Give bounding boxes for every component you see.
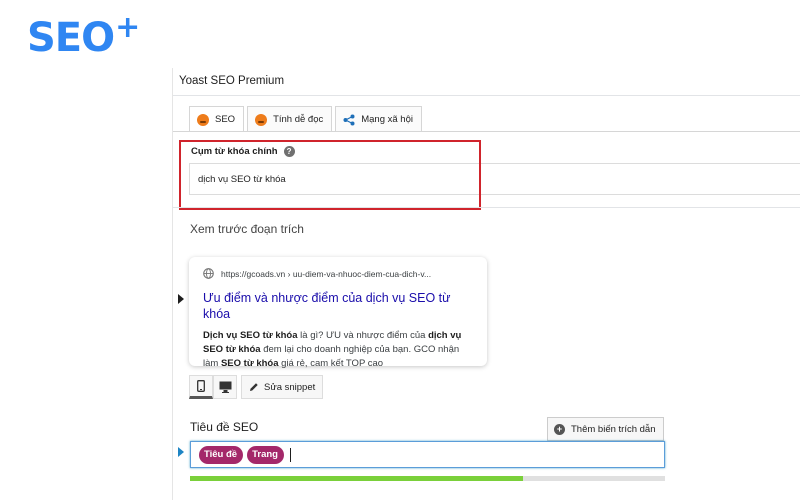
snippet-preview-card[interactable]: https://gcoads.vn › uu-diem-va-nhuoc-die… xyxy=(189,257,487,369)
snippet-headline[interactable]: Ưu điểm và nhược điểm của dịch vụ SEO từ… xyxy=(203,290,475,322)
mobile-preview-button[interactable] xyxy=(189,375,213,399)
edit-snippet-button[interactable]: Sửa snippet xyxy=(241,375,324,399)
snippet-url-row: https://gcoads.vn › uu-diem-va-nhuoc-die… xyxy=(203,268,475,279)
snippet-preview-title: Xem trước đoạn trích xyxy=(190,222,304,236)
mobile-icon xyxy=(197,380,205,392)
tab-label: Tính dễ đọc xyxy=(273,114,324,125)
page: SEO + Yoast SEO Premium SEO Tính dễ đọc xyxy=(0,0,800,500)
panel-title: Yoast SEO Premium xyxy=(173,68,800,96)
tab-seo[interactable]: SEO xyxy=(189,106,245,132)
tabs-divider xyxy=(173,131,800,132)
desc-text: là gì? ƯU và nhược điểm của xyxy=(297,330,429,341)
desc-bold: Dịch vụ SEO từ khóa xyxy=(203,330,298,341)
tab-bar: SEO Tính dễ đọc Mạng xã hội xyxy=(189,106,425,132)
desktop-preview-button[interactable] xyxy=(213,375,237,399)
plus-circle-icon: + xyxy=(554,423,565,435)
pencil-icon xyxy=(250,383,258,391)
text-caret xyxy=(289,448,291,462)
yoast-panel: Yoast SEO Premium SEO Tính dễ đọc Mạng x… xyxy=(172,68,800,500)
seo-title-label: Tiêu đề SEO xyxy=(190,420,259,434)
sad-face-icon xyxy=(255,113,268,126)
seo-plus-logo: SEO + xyxy=(27,10,141,62)
title-length-progress xyxy=(190,476,665,481)
tab-readability[interactable]: Tính dễ đọc xyxy=(247,106,333,132)
logo-text: SEO xyxy=(27,15,115,61)
variable-pill-title[interactable]: Tiêu đề xyxy=(199,446,244,464)
desktop-icon xyxy=(219,381,231,393)
progress-fill xyxy=(190,476,523,481)
snippet-url: https://gcoads.vn › uu-diem-va-nhuoc-die… xyxy=(221,268,432,279)
globe-icon xyxy=(203,268,214,279)
logo-plus: + xyxy=(115,10,141,45)
insert-variable-button[interactable]: + Thêm biến trích dẫn xyxy=(547,417,664,441)
variable-pill-page[interactable]: Trang xyxy=(247,446,284,464)
highlight-box xyxy=(179,140,481,210)
title-marker-arrow xyxy=(178,447,184,457)
share-icon xyxy=(343,114,355,125)
sad-face-icon xyxy=(197,113,209,126)
edit-snippet-label: Sửa snippet xyxy=(264,381,316,393)
desc-bold: SEO từ khóa xyxy=(220,358,279,369)
device-toggle xyxy=(189,375,237,399)
desc-text: giá rẻ, cam kết TOP cao xyxy=(278,358,384,369)
tab-label: SEO xyxy=(215,114,236,125)
snippet-description: Dịch vụ SEO từ khóa là gì? ƯU và nhược đ… xyxy=(203,329,475,371)
tab-social[interactable]: Mạng xã hội xyxy=(335,106,422,132)
insert-variable-label: Thêm biến trích dẫn xyxy=(571,423,656,435)
tab-label: Mạng xã hội xyxy=(361,114,413,125)
section-divider xyxy=(173,207,800,208)
seo-title-input[interactable]: Tiêu đề Trang xyxy=(190,441,665,468)
snippet-marker-arrow xyxy=(178,294,184,304)
